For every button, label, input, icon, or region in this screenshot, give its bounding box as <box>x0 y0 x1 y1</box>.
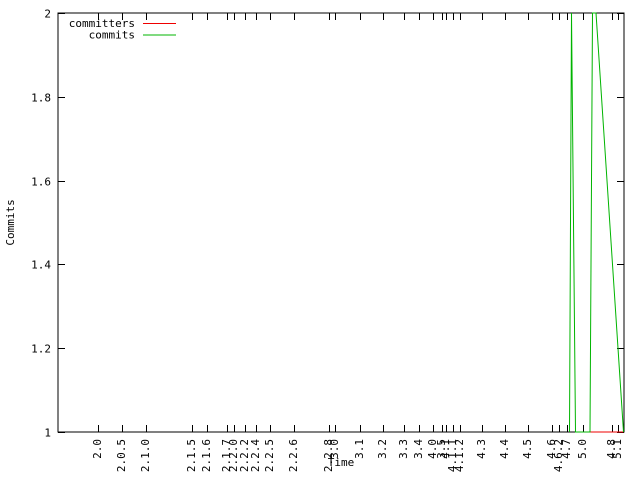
x-tick-label: 5.1 <box>611 439 624 459</box>
x-tick-label: 4.4 <box>498 439 511 459</box>
chart-canvas: 11.21.41.61.822.0 2.0.5 2.1.0 2.1.5 2.1.6 2.1… <box>4 8 625 472</box>
y-tick-label: 1.2 <box>31 343 51 356</box>
x-tick-label: 2.0 <box>91 439 104 459</box>
x-tick-label: 2.1.0 <box>139 439 152 472</box>
gnuplot-chart: 1 1.2 1.4 1.6 1.8 2 2.0 2.0.5 2.1.0 2.1.5 2.1.6 2.1… <box>0 0 640 480</box>
x-tick-label: 2.2.6 <box>287 439 300 472</box>
y-tick-label: 1.8 <box>31 92 51 105</box>
x-tick-label: 3.3 <box>397 439 410 459</box>
x-tick-label: 4.1.2 <box>453 439 466 472</box>
x-tick-label: 3.4 <box>412 439 425 459</box>
x-tick-label: 4.5 <box>521 439 534 459</box>
x-tick-label: 2.2.4 <box>249 439 262 472</box>
y-tick-label: 1 <box>44 427 51 440</box>
x-tick-label: 4.3 <box>475 439 488 459</box>
x-tick-label: 2.1.5 <box>185 439 198 472</box>
x-tick-label: 3.1 <box>353 439 366 459</box>
x-tick-label: 2.0.5 <box>115 439 128 472</box>
y-tick-label: 1.4 <box>31 259 51 272</box>
x-tick-label: 3.2 <box>376 439 389 459</box>
y-tick-label: 2 <box>44 8 51 21</box>
x-tick-label: 5.0 <box>576 439 589 459</box>
series-line-commits <box>569 12 624 433</box>
plot-border <box>57 12 625 433</box>
x-tick-label: 4.7 <box>560 439 573 459</box>
y-axis-title: Commits <box>4 199 17 245</box>
legend-label-commits: commits <box>89 29 135 42</box>
x-tick-label: 2.1.6 <box>200 439 213 472</box>
y-tick-label: 1.6 <box>31 176 51 189</box>
x-axis-title: Time <box>328 456 355 469</box>
x-tick-label: 2.2.5 <box>263 439 276 472</box>
